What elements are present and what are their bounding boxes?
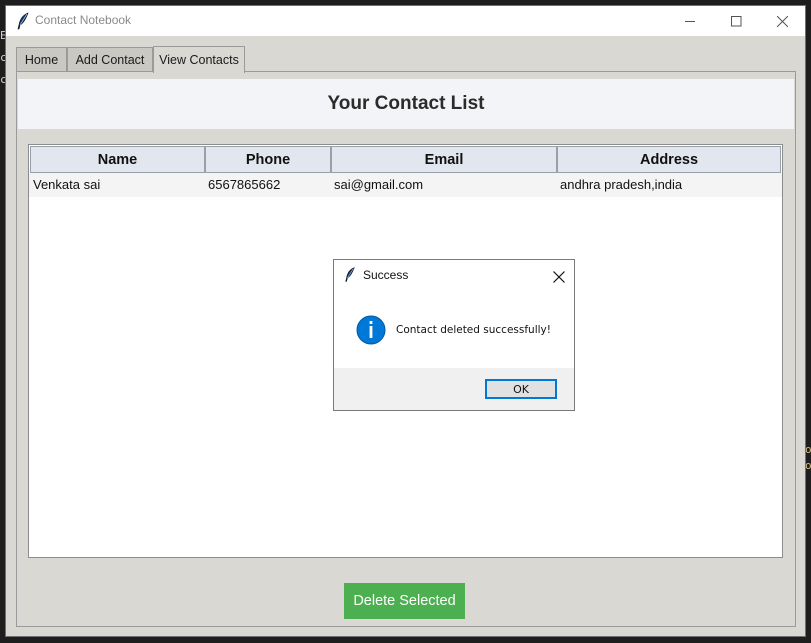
dialog-footer: OK (334, 368, 574, 410)
title-bar[interactable]: Contact Notebook (6, 6, 805, 36)
header-strip: Your Contact List (18, 79, 794, 129)
cell-email: sai@gmail.com (334, 177, 424, 192)
minimize-button[interactable] (667, 6, 713, 36)
feather-icon (344, 266, 356, 287)
cell-name: Venkata sai (33, 177, 101, 192)
tab-view-contacts[interactable]: View Contacts (153, 46, 245, 73)
close-icon (776, 12, 788, 31)
ok-button[interactable]: OK (485, 379, 557, 399)
cell-address: andhra pradesh,india (560, 177, 683, 192)
delete-selected-button[interactable]: Delete Selected (344, 583, 465, 619)
column-header-email[interactable]: Email (331, 146, 557, 173)
minimize-icon (684, 12, 696, 31)
feather-icon (16, 12, 30, 30)
close-icon[interactable] (553, 268, 565, 287)
tab-home[interactable]: Home (16, 47, 67, 71)
table-row[interactable]: Venkata sai 6567865662 sai@gmail.com and… (29, 173, 782, 197)
column-header-phone[interactable]: Phone (205, 146, 331, 173)
window-title: Contact Notebook (35, 13, 132, 27)
success-dialog: Success Contact deleted successfully! OK (333, 259, 575, 411)
column-header-name[interactable]: Name (30, 146, 205, 173)
dialog-title: Success (363, 268, 409, 282)
page-title: Your Contact List (327, 93, 485, 114)
info-icon (356, 315, 386, 349)
dialog-message: Contact deleted successfully! (396, 324, 551, 336)
maximize-button[interactable] (713, 6, 759, 36)
column-header-address[interactable]: Address (557, 146, 781, 173)
dialog-body: Contact deleted successfully! (334, 290, 574, 368)
maximize-icon (730, 12, 742, 31)
close-button[interactable] (759, 6, 805, 36)
dialog-title-bar[interactable]: Success (334, 260, 574, 290)
cell-phone: 6567865662 (208, 177, 281, 192)
tab-add-contact[interactable]: Add Contact (67, 47, 153, 71)
